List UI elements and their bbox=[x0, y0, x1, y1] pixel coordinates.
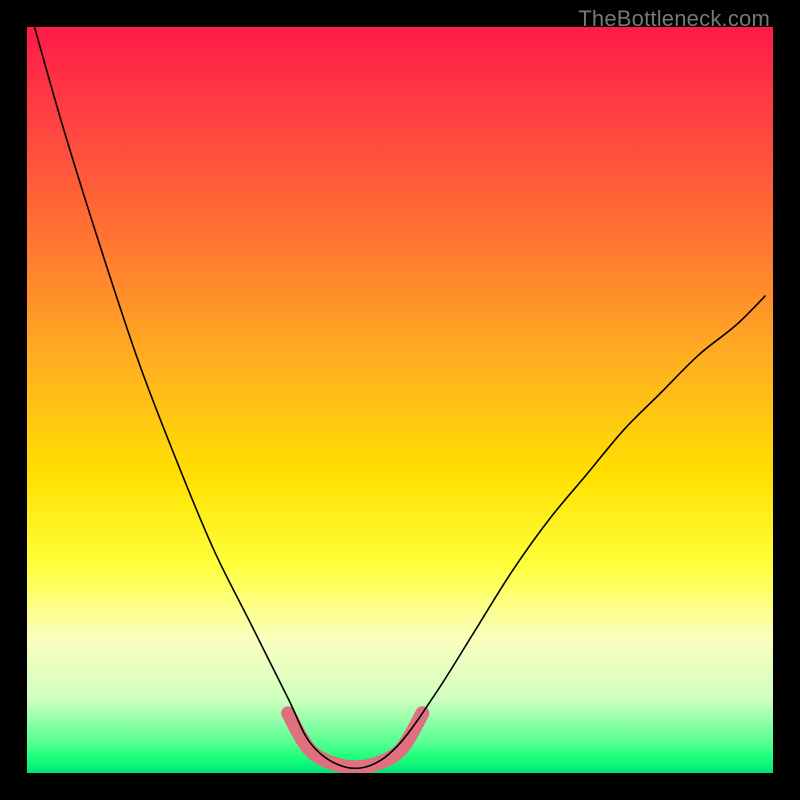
curve-layer bbox=[27, 27, 773, 773]
bottleneck-curve bbox=[35, 27, 766, 768]
watermark-text: TheBottleneck.com bbox=[578, 6, 770, 32]
chart-frame: TheBottleneck.com bbox=[0, 0, 800, 800]
plot-area bbox=[27, 27, 773, 773]
